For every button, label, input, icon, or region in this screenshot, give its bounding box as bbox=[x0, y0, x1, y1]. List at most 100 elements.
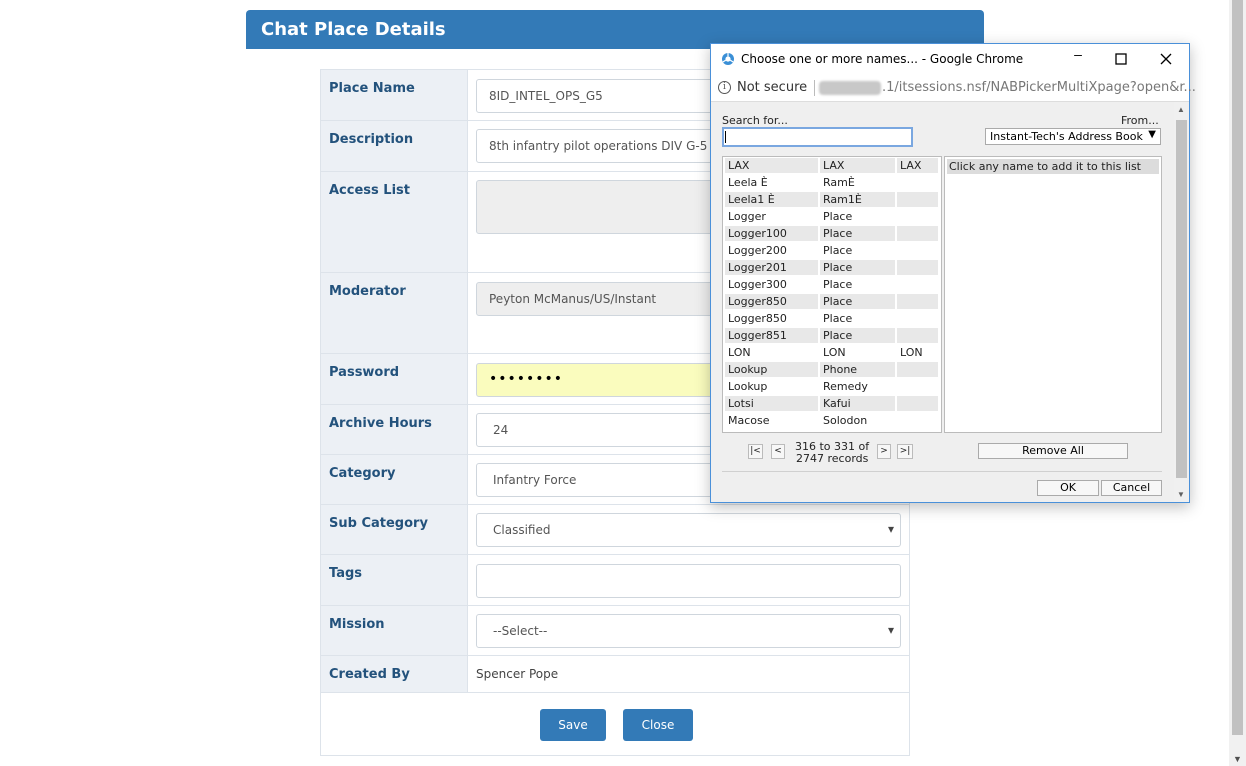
list-item-cell bbox=[897, 243, 938, 258]
not-secure-label: Not secure bbox=[737, 80, 808, 95]
row-created-by: Created By Spencer Pope bbox=[321, 656, 909, 693]
list-item-cell bbox=[897, 311, 938, 326]
place-name-label: Place Name bbox=[321, 70, 468, 120]
popup-scrollbar[interactable]: ▲ ▼ bbox=[1174, 102, 1189, 502]
list-item-cell: Solodon bbox=[823, 414, 868, 427]
last-page-button[interactable]: >| bbox=[897, 444, 913, 459]
list-item-cell: Logger300 bbox=[728, 278, 787, 291]
address-book-value: Instant-Tech's Address Book bbox=[990, 130, 1143, 143]
list-item-cell: RamÈ bbox=[823, 176, 855, 189]
created-by-label: Created By bbox=[321, 656, 468, 692]
list-item-cell: Remedy bbox=[823, 380, 868, 393]
selected-list-hint: Click any name to add it to this list bbox=[947, 159, 1159, 174]
next-page-button[interactable]: > bbox=[877, 444, 891, 459]
list-item-cell: Macose bbox=[728, 414, 770, 427]
list-item[interactable]: Logger Place bbox=[724, 209, 940, 226]
list-item[interactable]: Macose Solodon bbox=[724, 413, 940, 430]
list-item-cell bbox=[897, 192, 938, 207]
scroll-up-arrow-icon[interactable]: ▲ bbox=[1177, 105, 1185, 114]
scroll-down-arrow-icon[interactable]: ▼ bbox=[1177, 490, 1185, 499]
minimize-icon[interactable]: – bbox=[1063, 46, 1093, 68]
list-item-cell: Lookup bbox=[725, 362, 818, 377]
mission-label: Mission bbox=[321, 606, 468, 655]
list-item-cell: Kafui bbox=[820, 396, 895, 411]
list-item[interactable]: Logger100 Place bbox=[724, 226, 940, 243]
name-picker-window: Choose one or more names... - Google Chr… bbox=[710, 43, 1196, 503]
list-item-cell: Place bbox=[823, 312, 853, 325]
tags-input[interactable] bbox=[476, 564, 901, 598]
selected-names-list[interactable]: Click any name to add it to this list bbox=[944, 156, 1162, 433]
list-item[interactable]: Lookup Phone bbox=[724, 362, 940, 379]
description-label: Description bbox=[321, 121, 468, 171]
window-title: Choose one or more names... - Google Chr… bbox=[741, 52, 1024, 66]
list-item-cell: LAX bbox=[725, 158, 818, 173]
list-item-cell bbox=[897, 328, 938, 343]
text-caret bbox=[725, 131, 726, 143]
sub-category-select[interactable]: Classified bbox=[476, 513, 901, 547]
names-list[interactable]: LAX LAX LAX Leela È RamÈ Leela1 È Ram1È Logger P… bbox=[722, 156, 942, 433]
list-item[interactable]: Logger200 Place bbox=[724, 243, 940, 260]
list-item-cell: Place bbox=[820, 294, 895, 309]
list-item[interactable]: Leela È RamÈ bbox=[724, 175, 940, 192]
list-item[interactable]: Logger851 Place bbox=[724, 328, 940, 345]
list-item-cell: Ram1È bbox=[820, 192, 895, 207]
first-page-button[interactable]: |< bbox=[748, 444, 763, 459]
maximize-icon[interactable] bbox=[1106, 48, 1136, 70]
url-text: .1/itsessions.nsf/NABPickerMultiXpage?op… bbox=[882, 80, 1196, 95]
close-button[interactable]: Close bbox=[623, 709, 693, 741]
sub-category-value: Classified bbox=[493, 523, 551, 537]
list-item-cell: LON bbox=[900, 346, 923, 359]
popup-scrollbar-thumb[interactable] bbox=[1176, 120, 1187, 478]
address-bar[interactable]: i Not secure .1/itsessions.nsf/NABPicker… bbox=[711, 74, 1196, 102]
list-item[interactable]: Logger300 Place bbox=[724, 277, 940, 294]
list-item[interactable]: Leela1 È Ram1È bbox=[724, 192, 940, 209]
list-item[interactable]: LON LON LON bbox=[724, 345, 940, 362]
list-item[interactable]: Logger850 Place bbox=[724, 294, 940, 311]
scroll-down-arrow-icon[interactable]: ▼ bbox=[1233, 754, 1242, 764]
list-item-cell: Lookup bbox=[728, 380, 768, 393]
page-scrollbar-thumb[interactable] bbox=[1232, 0, 1243, 735]
redacted-host bbox=[819, 81, 881, 95]
address-book-select[interactable]: Instant-Tech's Address Book ▼ bbox=[985, 128, 1161, 145]
access-list-label: Access List bbox=[321, 172, 468, 272]
window-titlebar[interactable]: Choose one or more names... - Google Chr… bbox=[711, 44, 1189, 74]
mission-value: --Select-- bbox=[493, 624, 548, 638]
remove-all-button[interactable]: Remove All bbox=[978, 443, 1128, 459]
list-item-cell: Place bbox=[823, 278, 853, 291]
list-item-cell: Logger200 bbox=[728, 244, 787, 257]
list-item-cell: Place bbox=[820, 226, 895, 241]
list-item-cell: Place bbox=[820, 260, 895, 275]
sub-category-label: Sub Category bbox=[321, 505, 468, 554]
cancel-button[interactable]: Cancel bbox=[1101, 480, 1162, 496]
list-item-cell bbox=[897, 362, 938, 377]
list-item[interactable]: Logger201 Place bbox=[724, 260, 940, 277]
info-icon[interactable]: i bbox=[718, 81, 731, 94]
password-label: Password bbox=[321, 354, 468, 404]
list-item-cell: Logger850 bbox=[728, 312, 787, 325]
list-item-cell bbox=[897, 294, 938, 309]
address-separator bbox=[814, 80, 815, 96]
search-input[interactable] bbox=[722, 127, 913, 147]
archive-hours-label: Archive Hours bbox=[321, 405, 468, 454]
list-item[interactable]: Lotsi Kafui bbox=[724, 396, 940, 413]
created-by-value: Spencer Pope bbox=[476, 667, 559, 681]
list-item-cell: Leela È bbox=[728, 176, 768, 189]
close-icon[interactable] bbox=[1151, 48, 1181, 70]
list-item-cell bbox=[897, 175, 938, 190]
category-label: Category bbox=[321, 455, 468, 504]
list-item-cell: Logger201 bbox=[725, 260, 818, 275]
page-scrollbar[interactable]: ▼ bbox=[1229, 0, 1246, 766]
list-item-cell: Logger850 bbox=[725, 294, 818, 309]
row-mission: Mission --Select-- bbox=[321, 606, 909, 656]
list-item-cell bbox=[897, 209, 938, 224]
prev-page-button[interactable]: < bbox=[771, 444, 785, 459]
save-button[interactable]: Save bbox=[540, 709, 606, 741]
chrome-app-icon bbox=[722, 53, 734, 65]
list-item[interactable]: LAX LAX LAX bbox=[724, 158, 940, 175]
ok-button[interactable]: OK bbox=[1037, 480, 1099, 496]
list-item[interactable]: Logger850 Place bbox=[724, 311, 940, 328]
mission-select[interactable]: --Select-- bbox=[476, 614, 901, 648]
list-item-cell bbox=[897, 413, 938, 428]
list-item[interactable]: Lookup Remedy bbox=[724, 379, 940, 396]
list-item-cell: LON bbox=[823, 346, 846, 359]
